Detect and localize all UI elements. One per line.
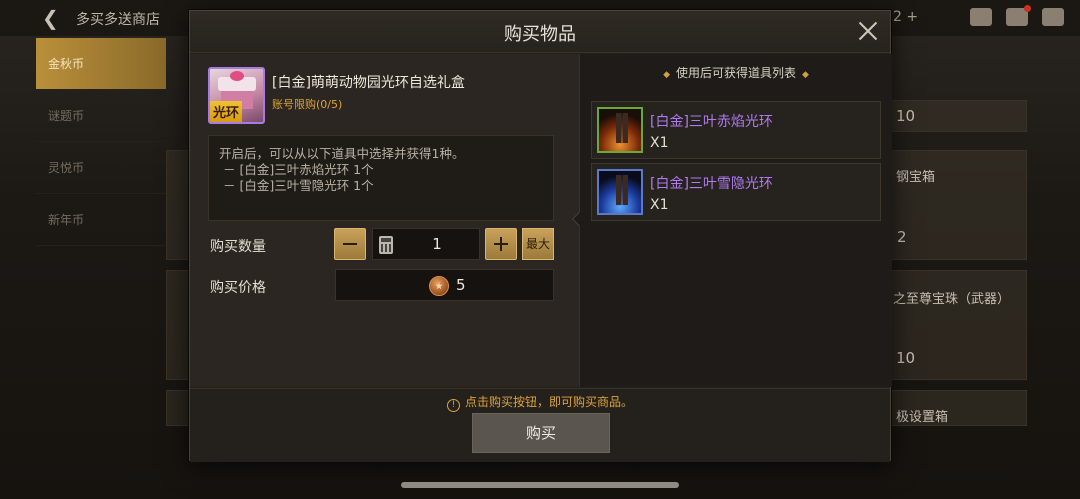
chat-icon[interactable] (1042, 8, 1064, 26)
dialog-header: 购买物品 (190, 11, 890, 53)
rewards-panel: ◆ 使用后可获得道具列表 ◆ [白金]三叶赤焰光环 X1 [白金]三叶雪隐光环 X1 (571, 54, 892, 387)
close-icon[interactable] (856, 19, 880, 43)
snow-aura-icon (597, 169, 643, 215)
shop-card-label: 钢宝箱 (896, 170, 936, 185)
shop-card-value: 10 (896, 107, 916, 125)
home-indicator[interactable] (401, 482, 679, 488)
mail-icon[interactable] (1006, 5, 1031, 26)
golden-autumn-coin-icon (429, 276, 449, 296)
quantity-input[interactable]: 1 (372, 228, 480, 260)
tab-riddle-coin[interactable]: 谜题币 (36, 90, 166, 142)
quantity-value: 1 (432, 235, 442, 253)
price-value: 5 (456, 276, 466, 294)
warning-icon: ! (446, 399, 460, 412)
item-type-tag: 光环 (210, 101, 243, 122)
description-line: － [白金]三叶雪隐光环 1个 (219, 178, 374, 193)
shop-card-label: 极设置箱 (896, 410, 949, 425)
shop-card-value: 10 (896, 349, 916, 367)
item-detail-panel: 光环 [白金]萌萌动物园光环自选礼盒 账号限购(0/5) 开启后，可以从以下道具… (190, 54, 579, 387)
shop-card-label: 之至尊宝珠（武器） (893, 292, 1011, 307)
reward-count: X1 (650, 135, 669, 151)
currency-add-fragment[interactable]: 2 + (893, 9, 918, 25)
item-name: [白金]萌萌动物园光环自选礼盒 (272, 75, 465, 91)
topbar-icons (970, 5, 1064, 26)
dialog-footer: ! 点击购买按钮，即可购买商品。 购买 (190, 388, 890, 462)
reward-name: [白金]三叶赤焰光环 (650, 114, 773, 130)
back-arrow-icon[interactable]: ❮ (42, 6, 59, 30)
dialog-title: 购买物品 (504, 24, 576, 45)
shop-card-value: 2 (897, 228, 907, 246)
buy-button[interactable]: 购买 (472, 413, 610, 453)
reward-item[interactable]: [白金]三叶雪隐光环 X1 (591, 163, 881, 221)
decrease-quantity-button[interactable] (334, 228, 366, 260)
tab-golden-autumn-coin[interactable]: 金秋币 (36, 38, 166, 90)
increase-quantity-button[interactable] (485, 228, 517, 260)
quantity-label: 购买数量 (210, 239, 266, 255)
item-description: 开启后，可以从以下道具中选择并获得1种。 － [白金]三叶赤焰光环 1个 － [… (208, 135, 554, 221)
reward-count: X1 (650, 197, 669, 213)
purchase-notice: ! 点击购买按钮，即可购买商品。 (190, 393, 890, 412)
price-display: 5 (335, 269, 554, 301)
shop-title: 多买多送商店 (76, 12, 160, 28)
tab-spirit-coin[interactable]: 灵悦币 (36, 142, 166, 194)
reward-name: [白金]三叶雪隐光环 (650, 176, 773, 192)
flame-aura-icon (597, 107, 643, 153)
purchase-dialog: 购买物品 光环 [白金]萌萌动物园光环自选礼盒 账号限购(0/5) 开启后，可以… (189, 10, 892, 462)
price-label: 购买价格 (210, 280, 266, 296)
gift-box-icon: 光环 (208, 67, 265, 124)
diamond-icon: ◆ (663, 70, 670, 80)
diamond-icon: ◆ (802, 70, 809, 80)
max-quantity-button[interactable]: 最大 (522, 228, 554, 260)
reward-item[interactable]: [白金]三叶赤焰光环 X1 (591, 101, 881, 159)
description-line: － [白金]三叶赤焰光环 1个 (219, 162, 374, 177)
shop-currency-tabs: 金秋币 谜题币 灵悦币 新年币 (36, 38, 166, 458)
game-screen: ❮ 多买多送商店 2 + 金秋币 谜题币 灵悦币 新年币 10 钢宝箱 2 之至… (0, 0, 1080, 499)
description-line: 开启后，可以从以下道具中选择并获得1种。 (219, 146, 465, 161)
purchase-limit: 账号限购(0/5) (272, 98, 343, 111)
rewards-title: ◆ 使用后可获得道具列表 ◆ (663, 66, 809, 80)
cake-icon[interactable] (970, 8, 992, 26)
tab-new-year-coin[interactable]: 新年币 (36, 194, 166, 246)
